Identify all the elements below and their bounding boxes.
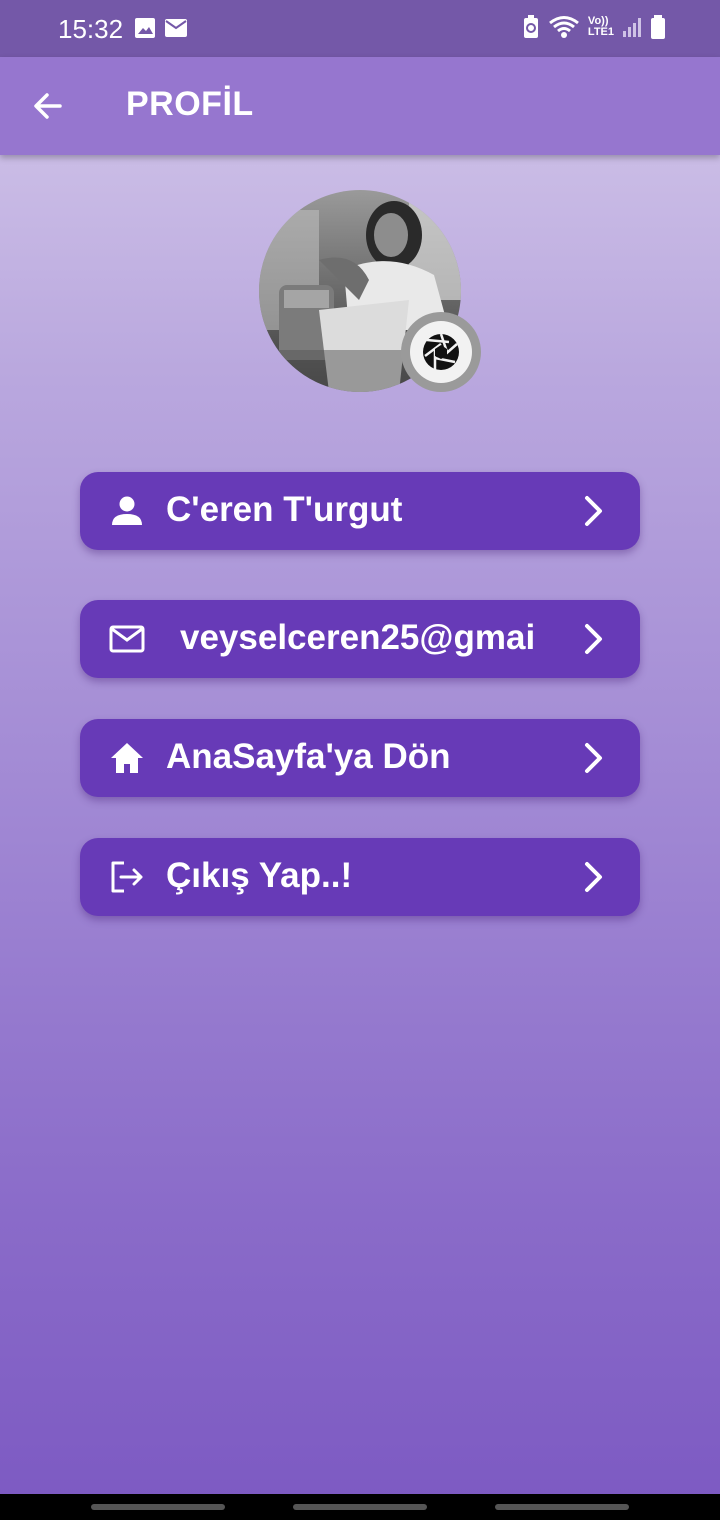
status-time: 15:32 <box>58 14 124 44</box>
nav-back-button[interactable] <box>495 1504 629 1510</box>
image-icon <box>135 18 155 38</box>
chevron-right-icon <box>585 743 602 773</box>
profile-email-button[interactable]: veyselceren25@gmai <box>80 600 640 678</box>
chevron-right-icon <box>585 862 602 892</box>
battery-saver-icon <box>523 15 538 38</box>
camera-aperture-icon <box>423 333 459 370</box>
home-button[interactable]: AnaSayfa'ya Dön <box>80 719 640 797</box>
system-nav-bar <box>0 1494 720 1520</box>
logout-button[interactable]: Çıkış Yap..! <box>80 838 640 916</box>
app-bar: PROFİL <box>0 57 720 155</box>
chevron-right-icon <box>585 496 602 526</box>
menu-item-label: veyselceren25@gmai <box>180 618 536 657</box>
page-title: PROFİL <box>126 85 254 123</box>
arrow-back-icon[interactable] <box>28 86 68 126</box>
home-icon <box>111 743 143 773</box>
menu-item-label: AnaSayfa'ya Dön <box>166 737 451 776</box>
mail-icon <box>165 19 187 37</box>
signal-icon <box>623 18 641 37</box>
chevron-right-icon <box>585 624 602 654</box>
mail-outline-icon <box>109 625 145 653</box>
volte-icon: Vo)) LTE1 <box>587 15 614 38</box>
status-bar: 15:32 Vo)) LTE1 <box>0 0 720 57</box>
battery-icon <box>651 15 665 39</box>
person-icon <box>112 496 142 525</box>
menu-item-label: Çıkış Yap..! <box>166 856 353 895</box>
nav-recent-button[interactable] <box>91 1504 225 1510</box>
wifi-icon <box>548 16 579 38</box>
profile-avatar-section <box>259 190 481 392</box>
nav-home-button[interactable] <box>293 1504 427 1510</box>
change-photo-button[interactable] <box>401 312 481 392</box>
profile-name-button[interactable]: C'eren T'urgut <box>80 472 640 550</box>
logout-icon <box>111 861 143 893</box>
menu-item-label: C'eren T'urgut <box>166 490 403 529</box>
